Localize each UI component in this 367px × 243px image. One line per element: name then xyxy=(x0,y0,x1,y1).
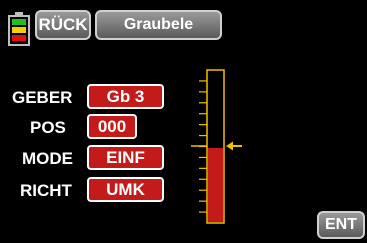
position-gauge xyxy=(191,69,242,224)
gauge-arrow-icon xyxy=(226,141,242,151)
gauge-fill xyxy=(208,148,223,222)
ent-button[interactable]: ENT xyxy=(317,211,365,239)
